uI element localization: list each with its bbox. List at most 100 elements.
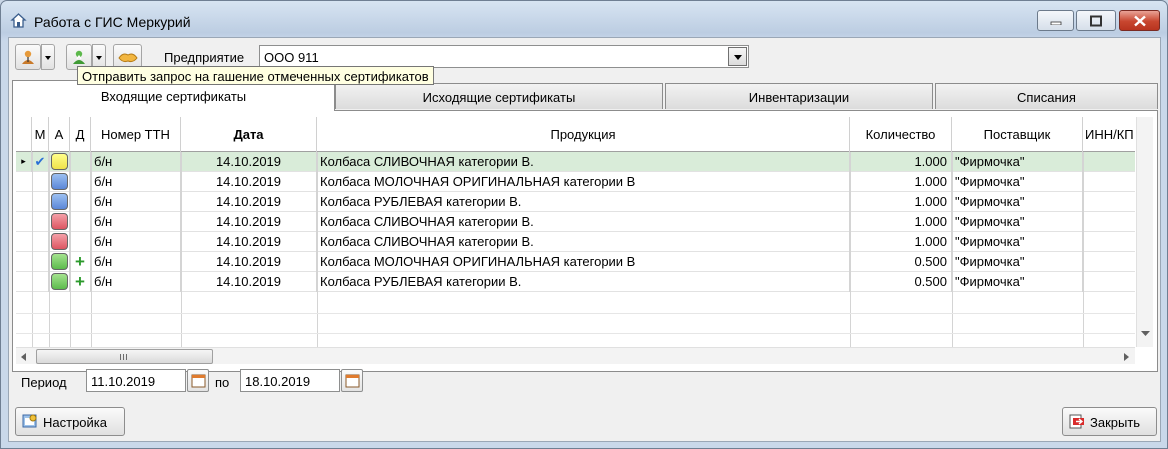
cell-d: [70, 172, 91, 192]
cell-ttn: б/н: [91, 252, 181, 272]
col-header-supplier[interactable]: Поставщик: [952, 117, 1083, 152]
cell-inn: [1083, 192, 1135, 212]
cell-d: [70, 232, 91, 252]
cell-date: 14.10.2019: [181, 192, 317, 212]
col-header-d[interactable]: Д: [70, 117, 91, 152]
enterprise-value: ООО 911: [264, 50, 319, 65]
grid-header: М А Д Номер ТТН Дата Продукция Количеств…: [16, 117, 1135, 152]
col-header-ttn[interactable]: Номер ТТН: [91, 117, 181, 152]
cell-qty: 1.000: [850, 232, 952, 252]
col-header-product[interactable]: Продукция: [317, 117, 850, 152]
cell-ttn: б/н: [91, 172, 181, 192]
status-red-icon: [51, 213, 68, 230]
horizontal-scrollbar[interactable]: [16, 347, 1135, 364]
cell-ttn: б/н: [91, 272, 181, 292]
cell-inn: [1083, 252, 1135, 272]
enterprise-select[interactable]: ООО 911: [259, 45, 749, 68]
cell-date: 14.10.2019: [181, 232, 317, 252]
settings-label: Настройка: [43, 415, 107, 430]
cell-product: Колбаса СЛИВОЧНАЯ категории В.: [317, 152, 850, 172]
cell-date: 14.10.2019: [181, 152, 317, 172]
cell-supplier: "Фирмочка": [952, 272, 1083, 292]
tab-outgoing[interactable]: Исходящие сертификаты: [335, 83, 663, 109]
table-row[interactable]: + б/н 14.10.2019 Колбаса РУБЛЕВАЯ категории…: [16, 272, 1135, 292]
calendar-icon: [191, 374, 206, 388]
status-blue-icon: [51, 193, 68, 210]
cell-a: [49, 212, 70, 232]
settings-icon: [22, 414, 37, 428]
cell-d: [70, 192, 91, 212]
cell-inn: [1083, 272, 1135, 292]
col-header-date[interactable]: Дата: [181, 117, 317, 152]
cell-a: [49, 272, 70, 292]
from-calendar-button[interactable]: [187, 369, 209, 392]
cell-a: [49, 172, 70, 192]
cell-inn: [1083, 232, 1135, 252]
cell-a: [49, 232, 70, 252]
cell-m[interactable]: [32, 232, 49, 252]
calendar-icon: [345, 374, 360, 388]
cell-qty: 1.000: [850, 152, 952, 172]
cell-supplier: "Фирмочка": [952, 232, 1083, 252]
close-button[interactable]: Закрыть: [1062, 407, 1157, 436]
maximize-button[interactable]: [1076, 10, 1116, 31]
cell-qty: 0.500: [850, 252, 952, 272]
scroll-down-icon[interactable]: [1141, 331, 1150, 337]
plus-icon: +: [70, 272, 91, 292]
cell-ttn: б/н: [91, 192, 181, 212]
table-row[interactable]: б/н 14.10.2019 Колбаса СЛИВОЧНАЯ категории…: [16, 212, 1135, 232]
cell-m[interactable]: [32, 272, 49, 292]
scroll-right-icon[interactable]: [1124, 353, 1130, 361]
enterprise-label: Предприятие: [164, 50, 245, 65]
cell-supplier: "Фирмочка": [952, 172, 1083, 192]
cell-ttn: б/н: [91, 152, 181, 172]
table-row[interactable]: + б/н 14.10.2019 Колбаса МОЛОЧНАЯ ОРИГИНАЛЬ…: [16, 252, 1135, 272]
cell-inn: [1083, 172, 1135, 192]
table-row[interactable]: ▸ ✔ б/н 14.10.2019 Колбаса СЛИВОЧНАЯ категор…: [16, 152, 1135, 172]
col-header-a[interactable]: А: [49, 117, 70, 152]
period-from-input[interactable]: 11.10.2019: [86, 369, 186, 392]
handshake-icon: [117, 53, 138, 63]
cell-inn: [1083, 212, 1135, 232]
title-bar: Работа с ГИС Меркурий: [1, 1, 1167, 37]
scroll-left-icon[interactable]: [21, 353, 27, 361]
chevron-down-icon[interactable]: [728, 47, 747, 66]
minimize-button[interactable]: [1037, 10, 1074, 31]
cell-m[interactable]: [32, 212, 49, 232]
cell-m[interactable]: [32, 252, 49, 272]
receive-dropdown[interactable]: [41, 44, 55, 70]
tab-writeoffs[interactable]: Списания: [935, 83, 1158, 109]
cell-qty: 0.500: [850, 272, 952, 292]
cell-m[interactable]: [32, 192, 49, 212]
cell-date: 14.10.2019: [181, 172, 317, 192]
to-calendar-button[interactable]: [341, 369, 363, 392]
settings-button[interactable]: Настройка: [15, 407, 125, 436]
close-window-button[interactable]: [1119, 10, 1160, 31]
period-to-input[interactable]: 18.10.2019: [240, 369, 340, 392]
col-header-qty[interactable]: Количество: [850, 117, 952, 152]
certificates-grid[interactable]: М А Д Номер ТТН Дата Продукция Количеств…: [16, 117, 1135, 347]
cell-d: [70, 212, 91, 232]
cell-qty: 1.000: [850, 212, 952, 232]
table-row[interactable]: б/н 14.10.2019 Колбаса СЛИВОЧНАЯ категории…: [16, 232, 1135, 252]
table-row[interactable]: б/н 14.10.2019 Колбаса РУБЛЕВАЯ категории …: [16, 192, 1135, 212]
cell-m[interactable]: [32, 172, 49, 192]
col-header-inn[interactable]: ИНН/КП: [1083, 117, 1135, 152]
cell-d: [70, 152, 91, 172]
green-upload-icon: [73, 50, 85, 64]
cell-date: 14.10.2019: [181, 252, 317, 272]
col-header-m[interactable]: М: [32, 117, 49, 152]
cell-product: Колбаса РУБЛЕВАЯ категории В.: [317, 192, 850, 212]
cell-supplier: "Фирмочка": [952, 212, 1083, 232]
table-row[interactable]: б/н 14.10.2019 Колбаса МОЛОЧНАЯ ОРИГИНАЛЬН…: [16, 172, 1135, 192]
client-area: Предприятие ООО 911 Отправить запрос на …: [8, 37, 1161, 442]
cell-ttn: б/н: [91, 232, 181, 252]
cell-product: Колбаса МОЛОЧНАЯ ОРИГИНАЛЬНАЯ категории …: [317, 172, 850, 192]
tab-inventory[interactable]: Инвентаризации: [665, 83, 933, 109]
cell-inn: [1083, 152, 1135, 172]
checkmark-icon[interactable]: ✔: [32, 152, 49, 172]
scroll-thumb[interactable]: [36, 349, 213, 364]
receive-button[interactable]: [15, 44, 41, 70]
tab-panel: М А Д Номер ТТН Дата Продукция Количеств…: [12, 110, 1158, 372]
vertical-scrollbar[interactable]: [1136, 117, 1153, 347]
